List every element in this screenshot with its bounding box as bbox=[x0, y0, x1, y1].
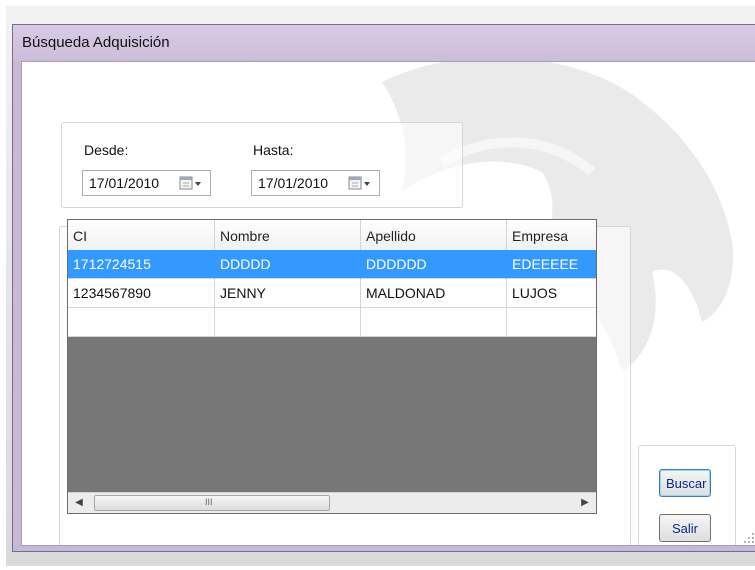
arrow-left-icon[interactable]: ◀ bbox=[72, 495, 86, 511]
cell-nombre[interactable]: DDDDD bbox=[215, 250, 361, 279]
to-date-label: Hasta: bbox=[253, 142, 294, 158]
scrollbar-grip: III bbox=[205, 497, 213, 507]
search-window: Búsqueda Adquisición Desde: 17/01/2010 H… bbox=[12, 24, 755, 552]
to-date-picker[interactable]: 17/01/2010 bbox=[251, 170, 380, 196]
title-bar[interactable]: Búsqueda Adquisición bbox=[13, 25, 755, 61]
column-header-empresa[interactable]: Empresa bbox=[507, 220, 596, 250]
column-header-nombre[interactable]: Nombre bbox=[215, 220, 361, 250]
table-row[interactable]: 1712724515 DDDDD DDDDDD EDEEEEE bbox=[68, 250, 596, 279]
cell-ci[interactable] bbox=[68, 308, 215, 337]
cell-nombre[interactable] bbox=[215, 308, 361, 337]
cell-empresa[interactable] bbox=[507, 308, 596, 337]
cell-ci[interactable]: 1712724515 bbox=[68, 250, 215, 279]
cell-ci[interactable]: 1234567890 bbox=[68, 279, 215, 308]
to-date-value: 17/01/2010 bbox=[258, 175, 329, 191]
search-button[interactable]: Buscar bbox=[659, 469, 711, 497]
scrollbar-thumb[interactable]: III bbox=[94, 495, 330, 511]
calendar-dropdown-icon[interactable] bbox=[347, 175, 375, 192]
grid-header: CI Nombre Apellido Empresa bbox=[68, 220, 596, 251]
results-grid[interactable]: CI Nombre Apellido Empresa 1712724515 DD… bbox=[67, 219, 597, 514]
cell-apellido[interactable]: DDDDDD bbox=[361, 250, 507, 279]
exit-button[interactable]: Salir bbox=[659, 514, 711, 542]
cell-empresa[interactable]: EDEEEEE bbox=[507, 250, 596, 279]
from-date-label: Desde: bbox=[84, 142, 129, 158]
horizontal-scrollbar[interactable]: ◀ III ▶ bbox=[68, 492, 596, 513]
column-header-apellido[interactable]: Apellido bbox=[361, 220, 507, 250]
table-row[interactable]: 1234567890 JENNY MALDONAD LUJOS bbox=[68, 279, 596, 308]
cell-apellido[interactable] bbox=[361, 308, 507, 337]
cell-apellido[interactable]: MALDONAD bbox=[361, 279, 507, 308]
window-title: Búsqueda Adquisición bbox=[22, 34, 170, 51]
column-header-ci[interactable]: CI bbox=[68, 220, 215, 250]
table-row-new[interactable] bbox=[68, 308, 596, 337]
from-date-value: 17/01/2010 bbox=[89, 175, 160, 191]
arrow-right-icon[interactable]: ▶ bbox=[578, 495, 592, 511]
resize-grip-icon[interactable] bbox=[743, 532, 755, 544]
from-date-picker[interactable]: 17/01/2010 bbox=[82, 170, 211, 196]
cell-empresa[interactable]: LUJOS bbox=[507, 279, 596, 308]
calendar-dropdown-icon[interactable] bbox=[178, 175, 206, 192]
cell-nombre[interactable]: JENNY bbox=[215, 279, 361, 308]
